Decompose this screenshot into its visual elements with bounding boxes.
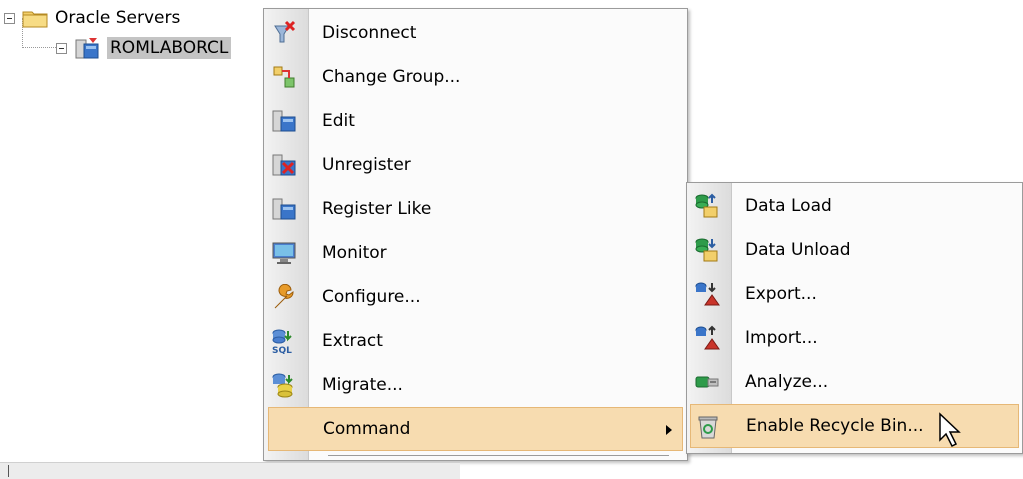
menu-item-label: Configure... (322, 287, 421, 307)
monitor-icon (271, 240, 297, 266)
submenu-item-label: Import... (745, 328, 818, 348)
menu-item-register-like[interactable]: Register Like (264, 187, 687, 231)
submenu-item-label: Enable Recycle Bin... (746, 416, 924, 436)
data-unload-icon (694, 237, 720, 263)
submenu-item-import[interactable]: Import... (687, 316, 1022, 360)
wrench-icon (271, 283, 297, 310)
menu-item-command[interactable]: Command (268, 407, 683, 451)
submenu-item-enable-recycle-bin[interactable]: Enable Recycle Bin... (690, 404, 1019, 448)
submenu-item-label: Data Load (745, 196, 832, 216)
menu-item-label: Extract (322, 331, 383, 351)
folder-icon (21, 6, 49, 30)
register-like-icon (271, 196, 297, 222)
menu-item-edit[interactable]: Edit (264, 99, 687, 143)
menu-item-disconnect[interactable]: Disconnect (264, 11, 687, 55)
menu-item-label: Unregister (322, 155, 411, 175)
menu-item-label: Disconnect (322, 23, 417, 43)
menu-item-migrate[interactable]: Migrate... (264, 363, 687, 407)
menu-item-label: Register Like (322, 199, 432, 219)
submenu-arrow-icon (666, 425, 672, 435)
submenu-item-label: Data Unload (745, 240, 851, 260)
menu-item-unregister[interactable]: Unregister (264, 143, 687, 187)
tree-label-server: ROMLABORCL (107, 37, 232, 59)
menu-item-label: Migrate... (322, 375, 403, 395)
submenu-item-label: Analyze... (745, 372, 829, 392)
export-icon (694, 281, 720, 307)
command-submenu: Data Load Data Unload Export... Import..… (686, 182, 1023, 454)
submenu-item-label: Export... (745, 284, 817, 304)
submenu-item-export[interactable]: Export... (687, 272, 1022, 316)
disconnect-icon (271, 20, 297, 46)
menu-item-extract[interactable]: SQL Extract (264, 319, 687, 363)
collapse-toggle-icon[interactable] (4, 12, 15, 24)
context-menu: Disconnect Change Group... Edit Unregist… (263, 8, 688, 461)
menu-item-configure[interactable]: Configure... (264, 275, 687, 319)
extract-sql-icon: SQL (271, 328, 297, 356)
unregister-icon (271, 152, 297, 178)
svg-text:SQL: SQL (272, 346, 292, 354)
analyze-icon (694, 369, 720, 395)
menu-item-label: Edit (322, 111, 355, 131)
server-icon (73, 36, 101, 60)
data-load-icon (694, 193, 720, 219)
tree-label-root: Oracle Servers (55, 8, 181, 28)
menu-item-monitor[interactable]: Monitor (264, 231, 687, 275)
tree-node-romlaborcl[interactable]: ROMLABORCL (56, 34, 232, 62)
scrollbar-thumb[interactable] (8, 465, 9, 477)
server-tree: Oracle Servers ROMLABORCL (0, 0, 300, 80)
menu-separator (328, 455, 669, 456)
horizontal-scrollbar[interactable] (0, 462, 460, 479)
change-group-icon (271, 64, 297, 90)
collapse-toggle-icon[interactable] (56, 42, 67, 54)
menu-item-change-group[interactable]: Change Group... (264, 55, 687, 99)
edit-server-icon (271, 108, 297, 134)
recycle-bin-icon (695, 414, 721, 440)
menu-item-label: Change Group... (322, 67, 461, 87)
mouse-pointer-icon (939, 412, 961, 448)
menu-item-label: Command (323, 419, 411, 439)
tree-node-oracle-servers[interactable]: Oracle Servers (4, 4, 180, 32)
menu-item-label: Monitor (322, 243, 387, 263)
submenu-item-analyze[interactable]: Analyze... (687, 360, 1022, 404)
submenu-item-data-unload[interactable]: Data Unload (687, 228, 1022, 272)
submenu-item-data-load[interactable]: Data Load (687, 184, 1022, 228)
import-icon (694, 325, 720, 351)
migrate-icon (271, 372, 297, 398)
